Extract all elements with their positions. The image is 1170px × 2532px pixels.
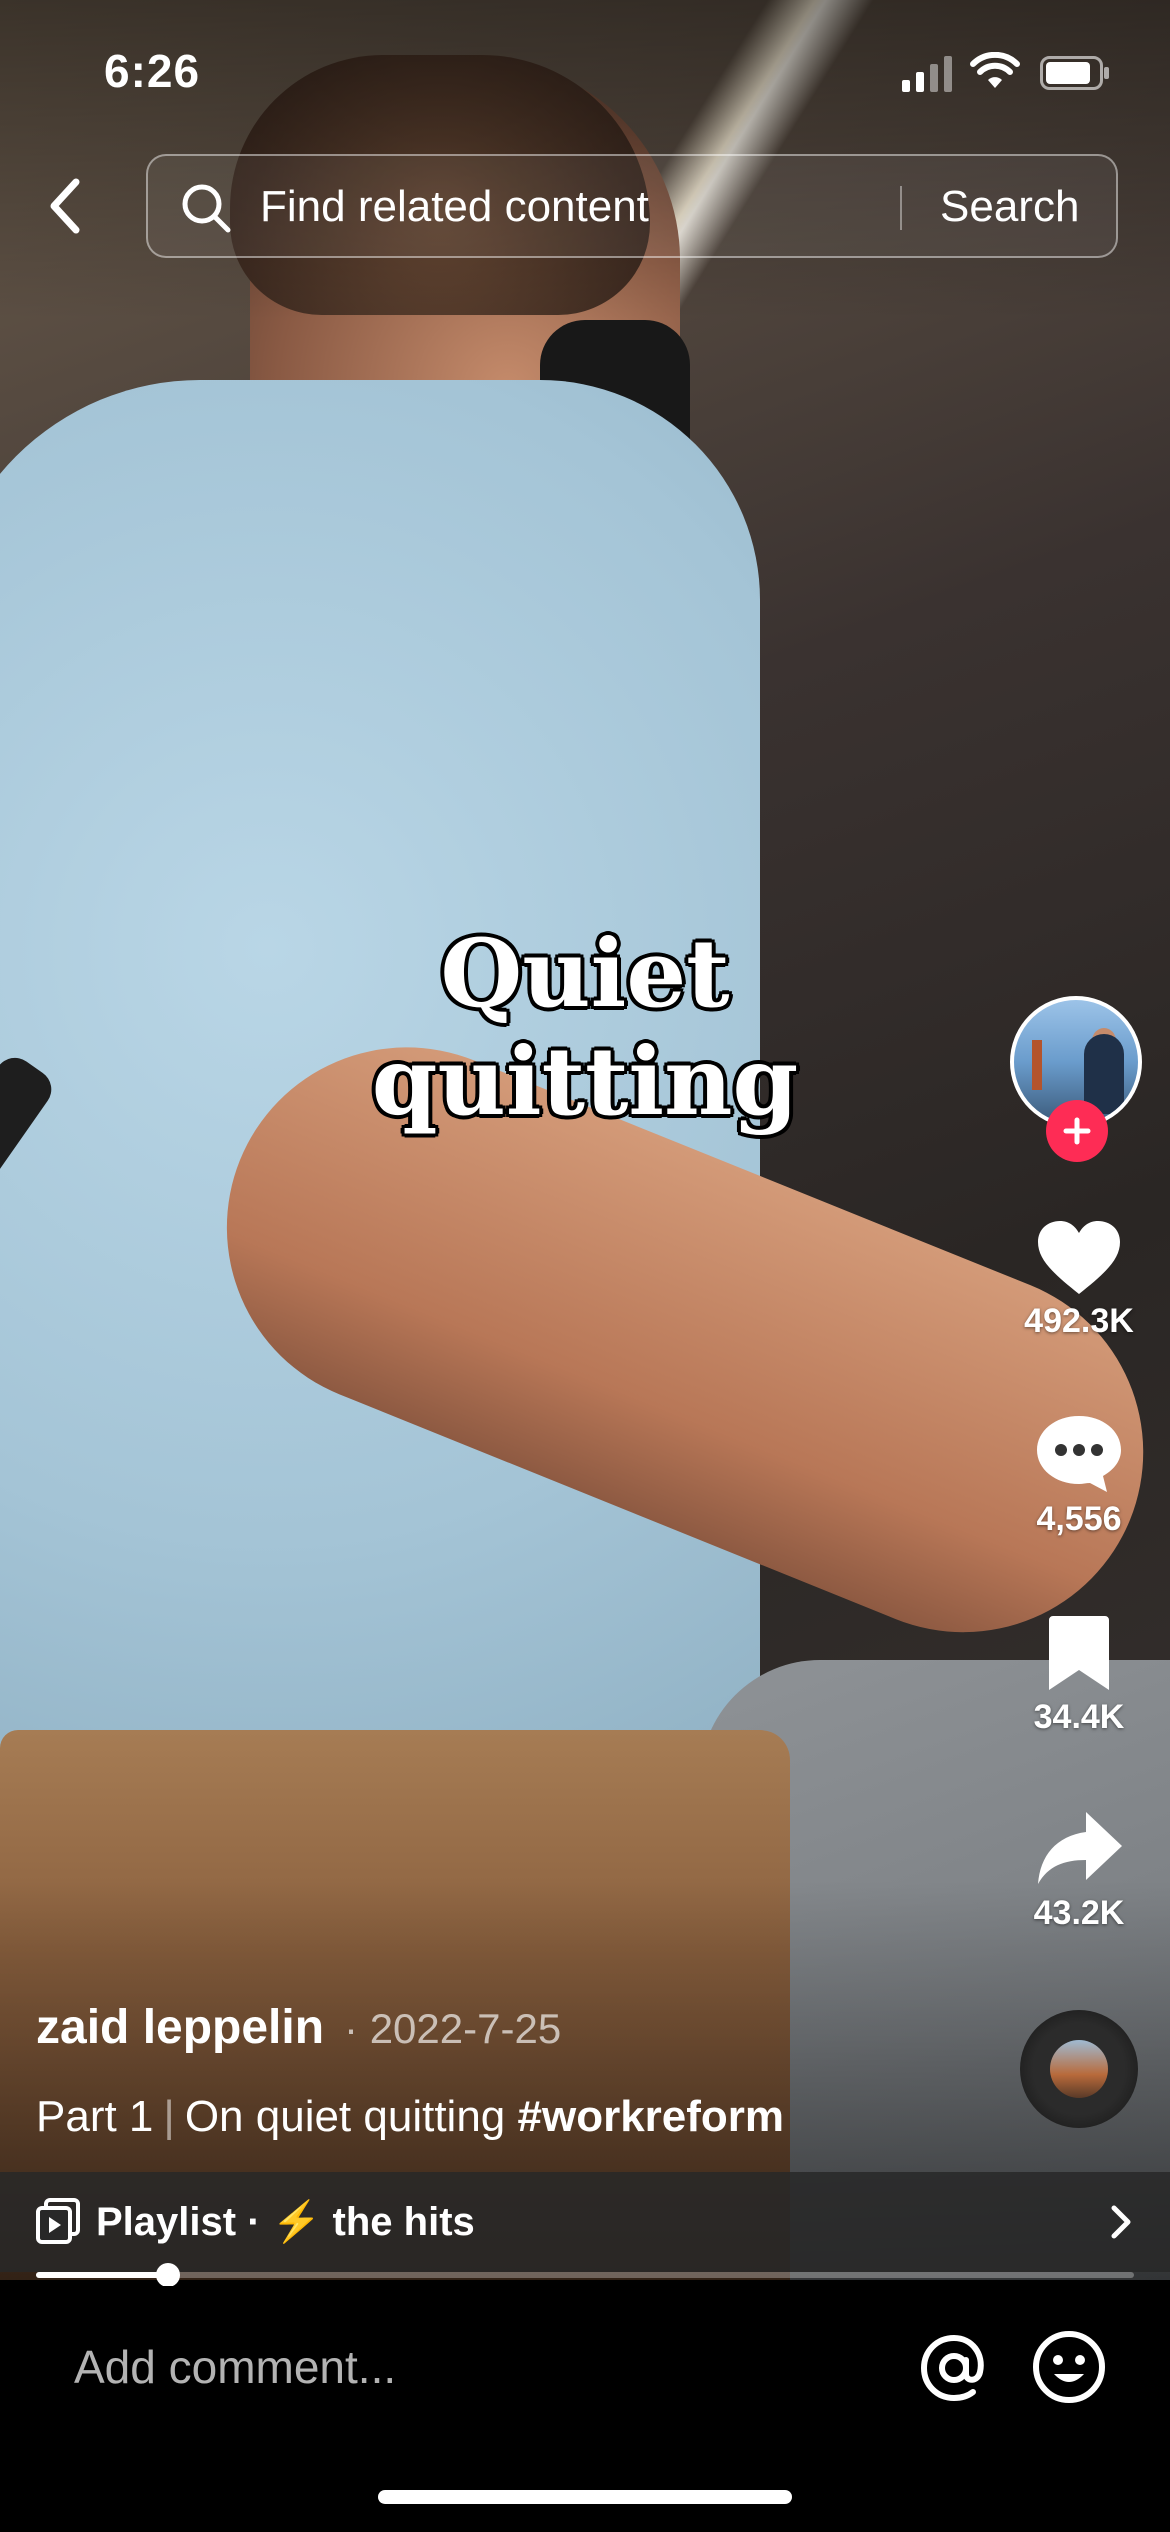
share-arrow-icon: [1038, 1812, 1122, 1884]
status-time: 6:26: [104, 45, 201, 97]
playlist-bar[interactable]: Playlist · ⚡ the hits: [0, 2172, 1170, 2272]
bookmark-button[interactable]: 34.4K: [1004, 1612, 1154, 1737]
status-bar: 6:26: [0, 0, 1170, 140]
share-button[interactable]: 43.2K: [1004, 1808, 1154, 1933]
post-meta: zaid leppelin · 2022-7-25: [36, 2000, 561, 2055]
playlist-icon: [36, 2198, 80, 2244]
share-count: 43.2K: [1033, 1894, 1125, 1932]
avatar-bridge: [1032, 1040, 1042, 1090]
heart-icon: [1038, 1221, 1120, 1294]
mention-at-icon[interactable]: [918, 2332, 990, 2404]
search-bar[interactable]: Find related content Search: [146, 154, 1118, 258]
emoji-icon[interactable]: [1032, 2330, 1106, 2404]
video-progress-handle[interactable]: [155, 2263, 180, 2287]
comment-button[interactable]: 4,556: [1004, 1412, 1154, 1539]
post-separator: |: [163, 2092, 175, 2141]
search-button[interactable]: Search: [940, 182, 1079, 232]
author-name[interactable]: zaid leppelin: [36, 2001, 324, 2054]
post-date: · 2022-7-25: [344, 2005, 562, 2052]
search-icon: [182, 184, 231, 233]
post-text: On quiet quitting: [184, 2092, 506, 2141]
wifi-icon: [970, 52, 1020, 88]
follow-button[interactable]: [1046, 1100, 1108, 1162]
video-caption: Quiet quitting: [371, 919, 799, 1137]
like-button[interactable]: 492.3K: [1004, 1218, 1154, 1341]
comment-icon: [1037, 1416, 1121, 1492]
music-disc-cover: [1050, 2040, 1108, 2098]
cellular-signal-icon: [902, 56, 952, 92]
playlist-label: Playlist · ⚡ the hits: [96, 2200, 475, 2244]
home-indicator[interactable]: [378, 2490, 792, 2504]
chevron-right-icon: [1111, 2205, 1131, 2239]
hashtag-link[interactable]: #workreform: [518, 2092, 785, 2141]
comment-count: 4,556: [1036, 1500, 1122, 1538]
battery-icon: [1040, 56, 1109, 90]
search-input[interactable]: Find related content: [260, 182, 649, 232]
comment-input[interactable]: Add comment...: [74, 2340, 396, 2394]
search-divider: [900, 186, 902, 230]
post-part: Part 1: [36, 2092, 154, 2141]
back-arrow-icon[interactable]: [42, 176, 92, 236]
video-player[interactable]: [0, 0, 1170, 2280]
plus-icon: [1063, 1117, 1091, 1145]
like-count: 492.3K: [1024, 1302, 1134, 1340]
video-progress-fill: [36, 2272, 168, 2278]
video-progress-bar[interactable]: [36, 2263, 1134, 2287]
bookmark-icon: [1049, 1616, 1109, 1690]
post-description: Part 1 | On quiet quitting #workreform: [36, 2092, 784, 2142]
music-disc[interactable]: [1020, 2010, 1138, 2128]
bookmark-count: 34.4K: [1033, 1698, 1125, 1736]
